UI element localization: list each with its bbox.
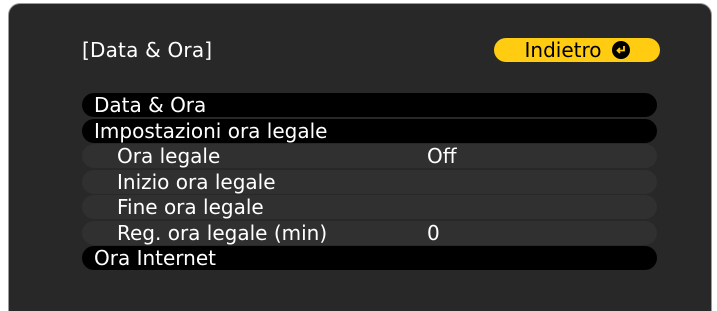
menu-item-ora-internet[interactable]: Ora Internet (82, 246, 657, 270)
menu-item-value: Off (427, 144, 457, 168)
settings-menu: Data & Ora Impostazioni ora legale Ora l… (82, 93, 657, 272)
menu-item-label: Ora Internet (94, 246, 216, 270)
menu-item-label: Ora legale (117, 144, 221, 168)
back-button-label: Indietro (524, 38, 602, 62)
menu-item-reg-ora-legale[interactable]: Reg. ora legale (min) 0 (82, 220, 657, 245)
page-title: [Data & Ora] (82, 38, 213, 62)
enter-icon (611, 41, 630, 59)
settings-screen: [Data & Ora] Indietro Data & Ora Imposta… (8, 3, 712, 311)
menu-item-ora-legale[interactable]: Ora legale Off (82, 144, 657, 168)
menu-item-data-ora[interactable]: Data & Ora (82, 93, 657, 117)
menu-item-value: 0 (427, 220, 440, 245)
menu-item-label: Reg. ora legale (min) (117, 220, 328, 245)
menu-item-label: Fine ora legale (117, 195, 264, 219)
back-button[interactable]: Indietro (494, 38, 660, 62)
menu-item-label: Inizio ora legale (117, 169, 276, 194)
menu-item-label: Data & Ora (94, 93, 207, 117)
menu-item-label: Impostazioni ora legale (94, 118, 328, 143)
menu-item-fine-ora-legale[interactable]: Fine ora legale (82, 195, 657, 219)
menu-item-impostazioni-ora-legale[interactable]: Impostazioni ora legale (82, 118, 657, 143)
menu-item-inizio-ora-legale[interactable]: Inizio ora legale (82, 169, 657, 194)
